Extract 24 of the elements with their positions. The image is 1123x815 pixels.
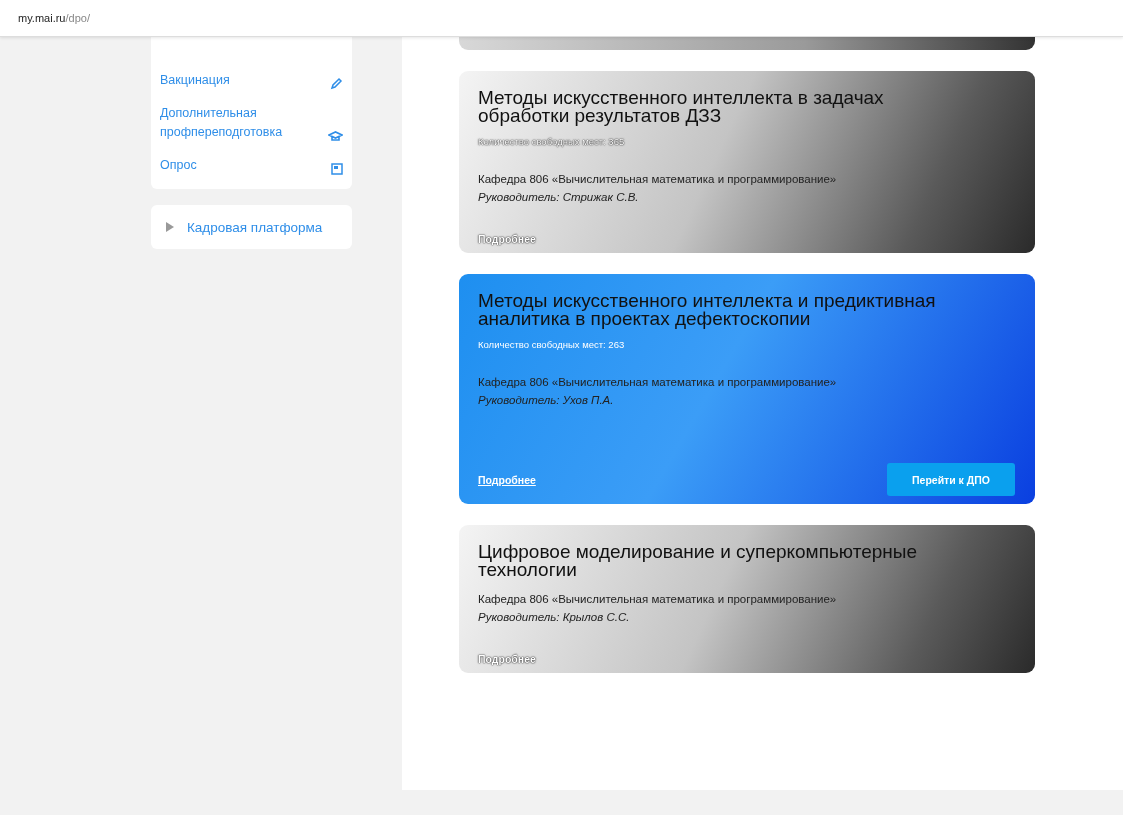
supervisor-text: Руководитель: Крылов С.С. [478,611,631,623]
platform-label: Кадровая платформа [187,219,323,235]
seats-count: Количество свободных мест: 365 [478,136,625,147]
supervisor-text: Руководитель: Стрижак С.В. [478,191,640,203]
details-link[interactable]: Подробнее [478,653,536,665]
program-title: Цифровое моделирование и суперкомпьютерные технологии [478,543,919,579]
program-title: Методы искусственного интеллекта в задачах обработки результатов ДЗЗ [478,89,885,125]
sidebar-item[interactable]: Опрос [160,150,343,183]
details-link[interactable]: Подробнее [478,473,536,486]
address-bar[interactable]: my.mai.ru/dpo/ [18,12,90,24]
pencil-icon [330,77,343,90]
graduation-cap-icon [328,131,343,142]
form-icon [331,163,343,175]
program-title: Методы искусственного интеллекта и предиктивная аналитика в проектах дефектоскопии [478,292,937,328]
sidebar-item[interactable]: Дополнительная профпереподготовка [160,98,343,150]
details-link[interactable]: Подробнее [478,233,536,245]
seats-count: Количество свободных мест: 263 [478,339,625,350]
supervisor-text: Руководитель: Ухов П.А. [478,394,615,406]
sidebar-item[interactable]: Вакцинация [160,65,343,98]
department-text: Кафедра 806 «Вычислительная математика и программирование» [478,593,838,605]
go-to-program-button[interactable]: Перейти к ДПО [887,463,1015,496]
sidebar-item[interactable]: Кадровая платформа [151,205,352,249]
department-text: Кафедра 806 «Вычислительная математика и программирование» [478,173,838,185]
department-text: Кафедра 806 «Вычислительная математика и программирование» [478,376,838,388]
